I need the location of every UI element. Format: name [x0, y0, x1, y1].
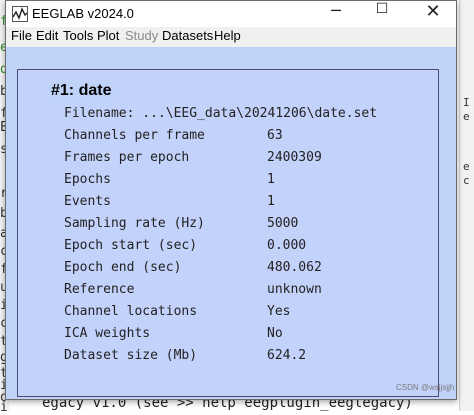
menu-plot[interactable]: Plot	[97, 28, 119, 43]
row-label: Events	[64, 194, 111, 209]
row-value: 624.2	[267, 348, 307, 363]
row-label: Dataset size (Mb)	[64, 348, 198, 363]
eeglab-app-icon	[12, 6, 28, 22]
row-label: Epoch end (sec)	[64, 260, 182, 275]
menu-study: Study	[125, 28, 159, 43]
editor-char: c	[463, 174, 470, 187]
row-label: Frames per epoch	[64, 150, 190, 165]
row-label: Epoch start (sec)	[64, 238, 198, 253]
row-value: unknown	[267, 282, 322, 297]
menu-edit[interactable]: Edit	[36, 28, 58, 43]
eeglab-window: EEGLAB v2024.0 ─ ☐ ✕ File Edit Tools Plo…	[5, 0, 457, 400]
filename-text: Filename: ...\EEG_data\20241206\date.set	[64, 106, 378, 121]
menu-datasets[interactable]: Datasets	[162, 28, 213, 43]
close-icon[interactable]: ✕	[410, 1, 456, 27]
row-label: ICA weights	[64, 326, 151, 341]
row-value: 5000	[267, 216, 299, 231]
editor-right-pane	[459, 0, 474, 411]
row-label: Epochs	[64, 172, 111, 187]
editor-char: i	[0, 400, 8, 415]
dataset-title: #1: date	[47, 82, 116, 100]
row-value: 480.062	[267, 260, 322, 275]
row-label: Channels per frame	[64, 128, 205, 143]
editor-char: e	[463, 160, 470, 173]
row-value: No	[267, 326, 283, 341]
row-value: 1	[267, 194, 275, 209]
dataset-info-panel: #1: date Filename: ...\EEG_data\20241206…	[17, 69, 439, 397]
title-bar[interactable]: EEGLAB v2024.0 ─ ☐ ✕	[6, 1, 456, 27]
menu-file[interactable]: File	[11, 28, 32, 43]
row-value: 1	[267, 172, 275, 187]
editor-char: e	[463, 110, 470, 123]
menu-tools[interactable]: Tools	[63, 28, 93, 43]
row-value: 0.000	[267, 238, 307, 253]
menu-help[interactable]: Help	[214, 28, 241, 43]
watermark-text: CSDN @wsjjsjjh	[396, 383, 455, 392]
menu-bar: File Edit Tools Plot Study Datasets Help	[6, 27, 456, 47]
maximize-icon[interactable]: ☐	[359, 1, 405, 27]
row-value: Yes	[267, 304, 291, 319]
row-label: Channel locations	[64, 304, 198, 319]
row-label: Reference	[64, 282, 135, 297]
row-value: 63	[267, 128, 283, 143]
row-label: Sampling rate (Hz)	[64, 216, 205, 231]
editor-char: I	[463, 96, 470, 109]
row-value: 2400309	[267, 150, 322, 165]
window-title: EEGLAB v2024.0	[32, 6, 134, 21]
main-content: #1: date Filename: ...\EEG_data\20241206…	[6, 47, 456, 399]
minimize-icon[interactable]: ─	[313, 1, 359, 27]
